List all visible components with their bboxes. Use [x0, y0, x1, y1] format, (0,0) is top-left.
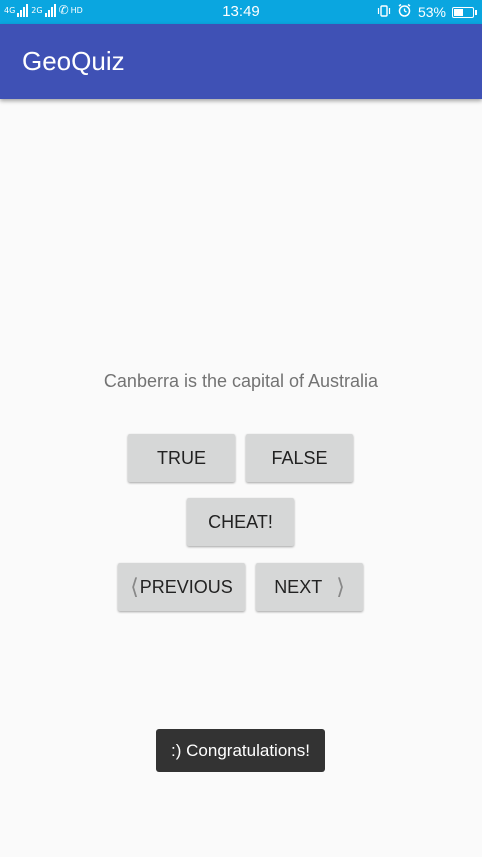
chevron-left-icon: ⟨: [130, 574, 139, 600]
previous-button-label: PREVIOUS: [139, 576, 233, 597]
true-button-label: TRUE: [157, 447, 206, 468]
chevron-right-icon: ⟩: [336, 574, 345, 600]
app-title: GeoQuiz: [22, 46, 125, 76]
cheat-button[interactable]: CHEAT!: [187, 498, 294, 546]
battery-level-fill: [454, 8, 463, 16]
true-button[interactable]: TRUE: [128, 434, 235, 482]
status-right-icons: 53%: [377, 3, 477, 21]
status-bar: 4G 2G ✆ HD 13:49 53%: [0, 0, 482, 24]
cheat-button-label: CHEAT!: [208, 511, 273, 532]
app-bar: GeoQuiz: [0, 24, 482, 99]
false-button-label: FALSE: [271, 447, 328, 468]
toast-message: :) Congratulations!: [156, 729, 325, 772]
toast-text: :) Congratulations!: [171, 740, 310, 760]
next-button-label: NEXT: [274, 576, 323, 597]
question-text: Canberra is the capital of Australia: [103, 371, 379, 391]
next-button[interactable]: NEXT ⟩: [256, 563, 363, 611]
vibrate-icon: [377, 4, 391, 21]
previous-button[interactable]: ⟨ PREVIOUS: [118, 563, 245, 611]
battery-icon: [452, 6, 477, 18]
alarm-icon: [397, 3, 412, 21]
false-button[interactable]: FALSE: [246, 434, 353, 482]
battery-percent: 53%: [417, 4, 446, 20]
